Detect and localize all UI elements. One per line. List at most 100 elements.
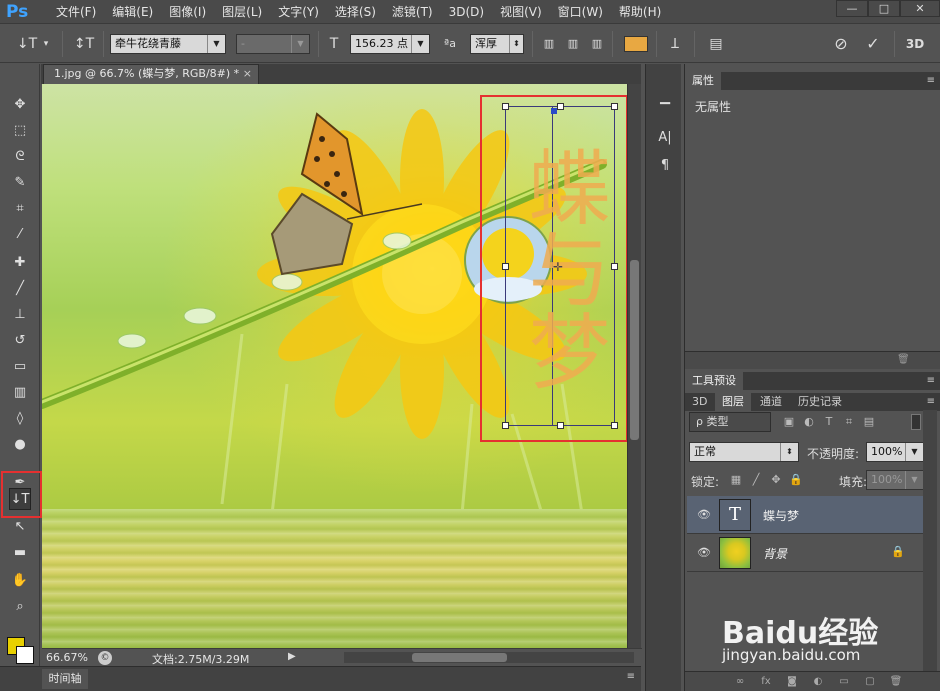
- cancel-icon[interactable]: ⊘: [830, 34, 852, 54]
- lasso-tool-icon[interactable]: ᘓ: [9, 146, 31, 168]
- visibility-eye-icon[interactable]: 👁: [697, 508, 711, 522]
- lock-all-icon[interactable]: 🔒: [789, 473, 803, 487]
- layer-name[interactable]: 背景: [763, 545, 787, 562]
- zoom-level[interactable]: 66.67%: [46, 651, 88, 664]
- gradient-tool-icon[interactable]: ▥: [9, 382, 31, 404]
- align-bottom-icon[interactable]: ▥: [588, 34, 606, 54]
- warp-text-icon[interactable]: Ʇ: [664, 34, 686, 54]
- add-mask-icon[interactable]: ◙: [785, 675, 799, 689]
- menu-item[interactable]: 滤镜(T): [384, 4, 441, 22]
- quick-select-tool-icon[interactable]: ✎: [9, 172, 31, 194]
- menu-item[interactable]: 3D(D): [441, 4, 492, 22]
- transform-handle[interactable]: [557, 103, 564, 110]
- filter-toggle[interactable]: [911, 414, 921, 430]
- dodge-tool-icon[interactable]: ●: [9, 434, 31, 456]
- delete-layer-icon[interactable]: 🗑: [889, 675, 903, 689]
- tab-layers-panel-2[interactable]: 通道: [753, 393, 789, 411]
- text-orientation-icon[interactable]: ↕T: [72, 34, 96, 54]
- tab-layers-panel-3[interactable]: 历史记录: [791, 393, 849, 411]
- panel-menu-icon[interactable]: ≡: [927, 372, 935, 390]
- brush-tool-icon[interactable]: ╱: [9, 278, 31, 300]
- menu-item[interactable]: 窗口(W): [550, 4, 611, 22]
- fx-icon[interactable]: fx: [759, 675, 773, 689]
- filter-adjustment-icon[interactable]: ◐: [801, 414, 817, 430]
- close-icon[interactable]: ×: [243, 65, 252, 83]
- font-family-select[interactable]: 牵牛花绕青藤 ▼: [110, 34, 226, 54]
- adjustment-layer-icon[interactable]: ◐: [811, 675, 825, 689]
- filter-shape-icon[interactable]: ⌗: [841, 414, 857, 430]
- menu-item[interactable]: 编辑(E): [104, 4, 161, 22]
- path-select-tool-icon[interactable]: ↖: [9, 516, 31, 538]
- vertical-scroll-thumb[interactable]: [630, 260, 639, 440]
- align-center-icon[interactable]: ▥: [564, 34, 582, 54]
- trash-icon[interactable]: 🗑: [897, 354, 910, 365]
- tab-layers-panel-0[interactable]: 3D: [685, 393, 714, 411]
- menu-item[interactable]: 图像(I): [161, 4, 214, 22]
- crop-tool-icon[interactable]: ⌗: [9, 198, 31, 220]
- transform-handle[interactable]: [502, 263, 509, 270]
- eyedropper-tool-icon[interactable]: ⁄: [9, 224, 31, 246]
- hand-tool-icon[interactable]: ✋: [9, 570, 31, 592]
- opacity-field[interactable]: 100% ▼: [866, 442, 924, 462]
- tab-layers-panel-1[interactable]: 图层: [715, 393, 751, 411]
- panel-menu-icon[interactable]: ≡: [927, 72, 935, 90]
- commit-icon[interactable]: ✓: [862, 34, 884, 54]
- document-canvas[interactable]: 蝶与梦 ✛: [42, 84, 627, 648]
- menu-item[interactable]: 视图(V): [492, 4, 550, 22]
- transform-handle[interactable]: [611, 422, 618, 429]
- new-layer-icon[interactable]: ▢: [863, 675, 877, 689]
- close-button[interactable]: ✕: [900, 0, 940, 17]
- status-menu-arrow[interactable]: ▶: [288, 651, 296, 662]
- tool-preset-dropdown-arrow[interactable]: ▾: [40, 34, 52, 54]
- panel-menu-icon[interactable]: ≡: [927, 393, 935, 411]
- layer-row[interactable]: 👁 T 蝶与梦: [687, 496, 923, 534]
- clone-stamp-tool-icon[interactable]: ⊥: [9, 304, 31, 326]
- minimize-button[interactable]: —: [836, 0, 868, 17]
- 3d-mode-button[interactable]: 3D: [902, 34, 928, 54]
- filter-pixel-icon[interactable]: ▣: [781, 414, 797, 430]
- blur-tool-icon[interactable]: ◊: [9, 408, 31, 430]
- menu-item[interactable]: 帮助(H): [611, 4, 669, 22]
- blend-mode-select[interactable]: 正常 ⬍: [689, 442, 799, 462]
- paragraph-dock-icon[interactable]: ¶: [655, 156, 675, 176]
- character-panel-icon[interactable]: ▤: [704, 34, 728, 54]
- transform-handle[interactable]: [557, 422, 564, 429]
- tool-presets-dock-icon[interactable]: ▁: [655, 88, 675, 108]
- transform-handle[interactable]: [502, 422, 509, 429]
- lock-pixels-icon[interactable]: ╱: [749, 473, 763, 487]
- background-color-swatch[interactable]: [16, 646, 34, 664]
- panel-menu-icon[interactable]: ≡: [627, 671, 635, 682]
- marquee-tool-icon[interactable]: ⬚: [9, 120, 31, 142]
- history-brush-tool-icon[interactable]: ↺: [9, 330, 31, 352]
- menu-item[interactable]: 选择(S): [327, 4, 384, 22]
- document-tab[interactable]: 1.jpg @ 66.7% (蝶与梦, RGB/8#) * ×: [43, 64, 259, 84]
- zoom-tool-icon[interactable]: ⌕: [9, 596, 31, 618]
- transform-handle[interactable]: [502, 103, 509, 110]
- filter-smart-object-icon[interactable]: ▤: [861, 414, 877, 430]
- move-tool-icon[interactable]: ✥: [9, 94, 31, 116]
- layer-row[interactable]: 👁 背景 🔒: [687, 534, 923, 572]
- new-group-icon[interactable]: ▭: [837, 675, 851, 689]
- healing-brush-tool-icon[interactable]: ✚: [9, 252, 31, 274]
- menu-item[interactable]: 文字(Y): [270, 4, 327, 22]
- tool-preset-icon[interactable]: ↓T: [14, 34, 40, 54]
- lock-position-icon[interactable]: ✥: [769, 473, 783, 487]
- lock-transparent-icon[interactable]: ▦: [729, 473, 743, 487]
- font-size-select[interactable]: 156.23 点 ▼: [350, 34, 430, 54]
- fill-field[interactable]: 100% ▼: [866, 470, 924, 490]
- tab-properties[interactable]: 属性: [685, 72, 721, 90]
- timeline-tab[interactable]: 时间轴: [42, 669, 88, 689]
- rectangle-tool-icon[interactable]: ▬: [9, 542, 31, 564]
- horizontal-scroll-thumb[interactable]: [412, 653, 507, 662]
- transform-handle[interactable]: [611, 263, 618, 270]
- antialias-select[interactable]: 浑厚 ⬍: [470, 34, 524, 54]
- menu-item[interactable]: 文件(F): [48, 4, 104, 22]
- font-style-select[interactable]: - ▼: [236, 34, 310, 54]
- visibility-eye-icon[interactable]: 👁: [697, 546, 711, 560]
- transform-handle[interactable]: [611, 103, 618, 110]
- layer-name[interactable]: 蝶与梦: [763, 507, 799, 524]
- layer-filter-select[interactable]: ρ 类型: [689, 412, 771, 432]
- character-dock-icon[interactable]: A|: [655, 128, 675, 148]
- link-layers-icon[interactable]: ∞: [733, 675, 747, 689]
- status-info-icon[interactable]: ©: [98, 651, 112, 665]
